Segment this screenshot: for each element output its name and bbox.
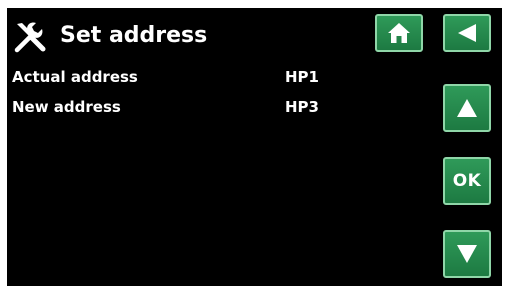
display-screen: Set address Actual address HP1 New addre… — [7, 8, 502, 286]
ok-button[interactable]: OK — [443, 157, 491, 205]
back-button[interactable] — [443, 14, 491, 52]
page-title: Set address — [60, 23, 208, 48]
arrow-down-icon — [457, 245, 477, 263]
actual-address-label: Actual address — [12, 68, 138, 86]
new-address-label: New address — [12, 98, 121, 116]
back-arrow-icon — [458, 24, 476, 42]
ok-button-label: OK — [452, 171, 482, 191]
actual-address-value: HP1 — [285, 68, 319, 86]
arrow-up-icon — [457, 99, 477, 117]
down-button[interactable] — [443, 230, 491, 278]
home-button[interactable] — [375, 14, 423, 52]
tools-icon — [14, 22, 46, 53]
up-button[interactable] — [443, 84, 491, 132]
home-icon — [388, 23, 410, 43]
new-address-value[interactable]: HP3 — [285, 97, 319, 117]
